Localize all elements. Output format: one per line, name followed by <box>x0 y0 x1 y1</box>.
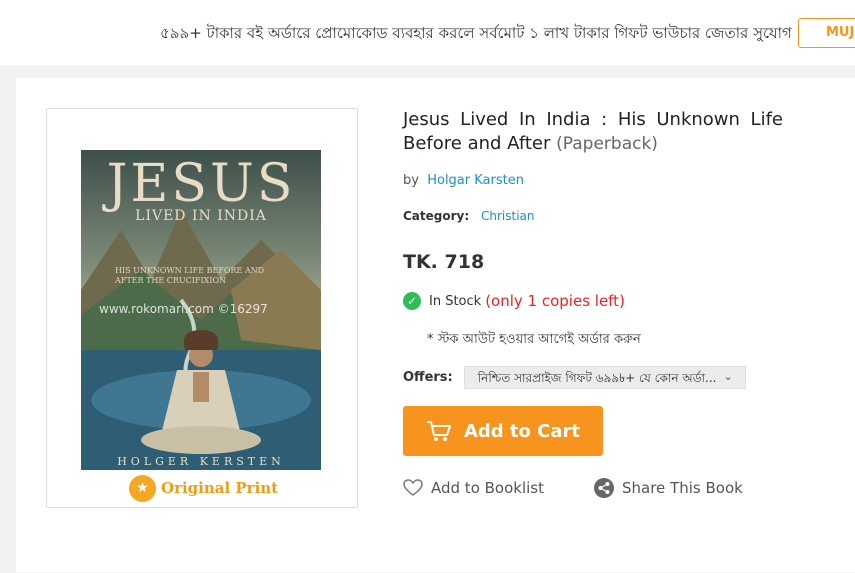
cover-tagline: HIS UNKNOWN LIFE BEFORE AND AFTER THE CR… <box>115 266 265 285</box>
share-book-label: Share This Book <box>622 479 743 497</box>
offers-select-value: নিশ্চিত সারপ্রাইজ গিফট ৬৯৯৳+ যে কোন অর্ড… <box>477 371 717 385</box>
stock-label: In Stock <box>429 293 482 309</box>
add-to-booklist-label: Add to Booklist <box>431 479 544 497</box>
add-to-cart-label: Add to Cart <box>463 420 581 442</box>
chevron-down-icon: ⌄ <box>723 370 733 383</box>
cover-watermark: www.rokomari.com ©16297 <box>99 302 268 316</box>
secondary-actions: Add to Booklist Share This Book <box>403 478 743 498</box>
share-icon <box>594 478 614 498</box>
cover-author: HOLGER KERSTEN <box>117 455 285 468</box>
heart-icon <box>403 479 423 496</box>
binding-type: (Paperback) <box>556 134 658 154</box>
original-print-label: Original Print <box>161 479 279 497</box>
original-print-icon: ★ <box>129 474 156 502</box>
add-to-booklist-button[interactable]: Add to Booklist <box>403 479 544 497</box>
offers-select[interactable]: নিশ্চিত সারপ্রাইজ গিফট ৬৯৯৳+ যে কোন অর্ড… <box>463 366 746 389</box>
offers-row: Offers: নিশ্চিত সারপ্রাইজ গিফট ৬৯৯৳+ যে … <box>403 366 746 389</box>
price: TK. 718 <box>403 251 485 273</box>
author-line: by Holgar Karsten <box>403 173 524 188</box>
stock-warning: * স্টক আউট হওয়ার আগেই অর্ডার করুন <box>427 332 641 347</box>
book-cover-frame[interactable]: JESUS LIVED IN INDIA HIS UNKNOWN LIFE BE… <box>46 108 358 508</box>
by-label: by <box>403 173 419 188</box>
category-link[interactable]: Christian <box>481 209 535 223</box>
check-circle-icon: ✓ <box>403 292 421 310</box>
product-info: Jesus Lived In India : His Unknown Life … <box>403 108 783 498</box>
add-to-cart-button[interactable]: Add to Cart <box>403 406 603 456</box>
category-line: Category: Christian <box>403 209 535 223</box>
stock-status: ✓ In Stock (only 1 copies left) <box>403 292 625 310</box>
product-card: JESUS LIVED IN INDIA HIS UNKNOWN LIFE BE… <box>16 78 855 572</box>
stock-left-count: (only 1 copies left) <box>485 292 625 310</box>
cart-icon <box>426 421 451 441</box>
share-book-button[interactable]: Share This Book <box>594 478 743 498</box>
promo-text: ৫৯৯+ টাকার বই অর্ডারে প্রোমোকোড ব্যবহার … <box>160 24 792 42</box>
promo-code-button[interactable]: MUJ <box>798 18 855 48</box>
offers-label: Offers: <box>403 370 453 385</box>
original-print-badge: ★ Original Print <box>129 474 278 502</box>
book-title: Jesus Lived In India : His Unknown Life … <box>403 108 783 156</box>
cover-subtitle: LIVED IN INDIA <box>135 208 267 224</box>
book-cover-image: JESUS LIVED IN INDIA HIS UNKNOWN LIFE BE… <box>81 150 321 470</box>
author-link[interactable]: Holgar Karsten <box>427 173 524 188</box>
category-label: Category: <box>403 209 470 223</box>
cover-title: JESUS <box>106 154 296 214</box>
promo-bar: ৫৯৯+ টাকার বই অর্ডারে প্রোমোকোড ব্যবহার … <box>0 0 855 65</box>
